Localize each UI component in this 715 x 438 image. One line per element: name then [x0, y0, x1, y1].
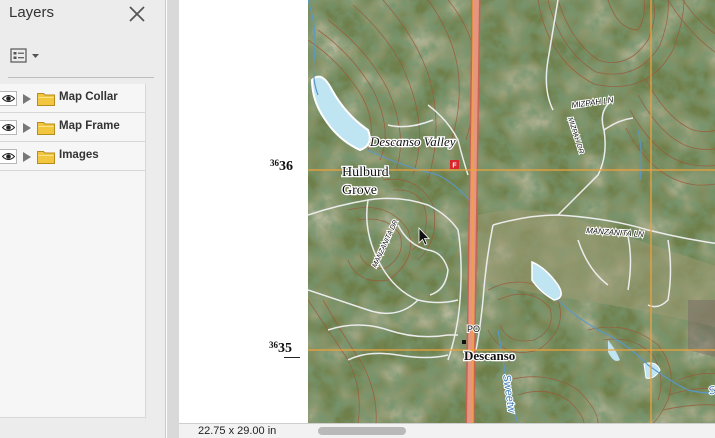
map-label-descanso: Descanso — [464, 348, 515, 363]
layers-panel-header: Layers — [0, 0, 166, 30]
triangle-right-icon[interactable] — [22, 122, 32, 134]
layers-panel: Layers Map Collar Map Frame Images — [0, 0, 166, 438]
scrollbar-thumb[interactable] — [318, 427, 406, 435]
document-canvas[interactable]: 3636 3635 F Descanso Valley Hulburd Grov… — [167, 0, 715, 438]
map-label-po: PO — [467, 324, 480, 334]
fire-station-label: F — [452, 163, 457, 170]
layer-row-map-collar[interactable]: Map Collar — [0, 84, 145, 113]
panel-options-button[interactable] — [8, 45, 44, 67]
folder-icon — [37, 93, 55, 106]
close-icon[interactable] — [126, 3, 148, 25]
folder-icon — [37, 122, 55, 135]
list-options-icon — [10, 48, 27, 63]
map-label-hulburd: Hulburd — [342, 165, 389, 180]
panel-title: Layers — [9, 4, 55, 21]
grid-label-northing-36: 3636 — [270, 158, 293, 174]
layer-label: Map Collar — [59, 91, 118, 103]
layer-row-images[interactable]: Images — [0, 142, 145, 171]
post-office-marker — [462, 340, 466, 344]
eye-icon[interactable] — [0, 120, 17, 135]
toolbar-divider — [8, 77, 154, 78]
grid-tick — [284, 357, 300, 358]
folder-icon — [37, 151, 55, 164]
status-bar: 22.75 x 29.00 in — [179, 423, 715, 438]
layer-label: Images — [59, 149, 99, 161]
document-page: 3636 3635 F Descanso Valley Hulburd Grov… — [179, 0, 715, 423]
document-size: 22.75 x 29.00 in — [198, 425, 277, 437]
grid-label-northing-35: 3635 — [269, 340, 292, 356]
map-label-descanso-valley: Descanso Valley — [369, 134, 456, 149]
chevron-down-icon — [32, 54, 39, 58]
triangle-right-icon[interactable] — [22, 93, 32, 105]
eye-icon[interactable] — [0, 149, 17, 164]
layer-row-map-frame[interactable]: Map Frame — [0, 113, 145, 142]
triangle-right-icon[interactable] — [22, 151, 32, 163]
eye-icon[interactable] — [0, 91, 17, 106]
layer-label: Map Frame — [59, 120, 120, 132]
topo-map[interactable]: F Descanso Valley Hulburd Grove Descanso… — [308, 0, 715, 423]
map-label-grove: Grove — [342, 183, 377, 198]
layer-list: Map Collar Map Frame Images — [0, 84, 146, 418]
open-ground — [688, 300, 715, 357]
